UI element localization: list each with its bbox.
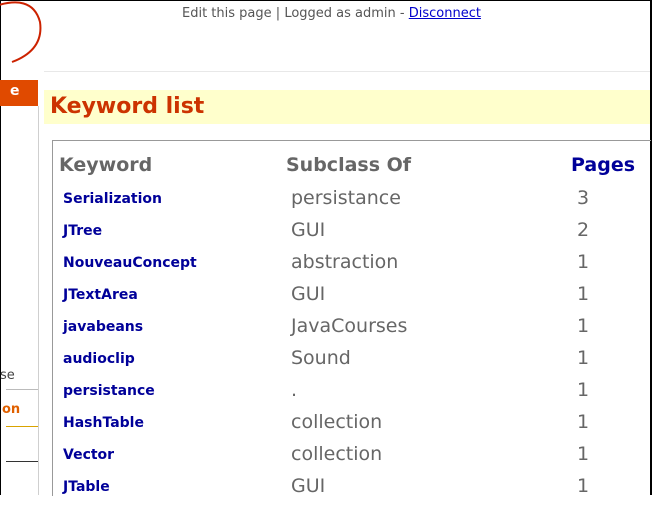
keyword-link[interactable]: NouveauConcept [63, 255, 197, 271]
column-header-subclass: Subclass Of [286, 154, 412, 176]
subclass-cell: collection [291, 443, 383, 465]
edit-page-link[interactable]: Edit this page [182, 6, 272, 21]
table-row: persistance . 1 [53, 379, 651, 411]
subclass-cell: JavaCourses [291, 315, 408, 337]
page-title: Keyword list [50, 94, 205, 119]
logged-as-text: Logged as admin - [284, 6, 405, 21]
subclass-cell: GUI [291, 475, 326, 497]
sidebar-link-underline [6, 426, 38, 427]
sidebar-partial-text: se [0, 368, 15, 383]
window-border-left [0, 0, 1, 495]
toolbar-separator: | [275, 6, 281, 21]
keyword-link[interactable]: audioclip [63, 351, 135, 367]
sidebar-tab-label: e [10, 83, 20, 99]
subclass-cell: collection [291, 411, 383, 433]
pages-cell: 1 [577, 315, 590, 337]
sidebar-rule [6, 389, 38, 390]
pages-cell: 3 [577, 187, 590, 209]
sidebar-partial-link[interactable]: on [2, 402, 20, 417]
keyword-link[interactable]: HashTable [63, 415, 144, 431]
subclass-cell: Sound [291, 347, 351, 369]
table-row: JTextArea GUI 1 [53, 283, 651, 315]
pages-cell: 1 [577, 283, 590, 305]
subclass-cell: persistance [291, 187, 401, 209]
table-row: Serialization persistance 3 [53, 187, 651, 219]
pages-cell: 1 [577, 251, 590, 273]
subclass-cell: . [291, 379, 298, 401]
table-row: Vector collection 1 [53, 443, 651, 475]
keyword-link[interactable]: persistance [63, 383, 155, 399]
disconnect-link[interactable]: Disconnect [409, 6, 481, 21]
column-header-pages[interactable]: Pages [571, 154, 635, 176]
subclass-cell: GUI [291, 219, 326, 241]
pages-cell: 1 [577, 443, 590, 465]
subclass-cell: abstraction [291, 251, 399, 273]
subclass-cell: GUI [291, 283, 326, 305]
pages-cell: 2 [577, 219, 590, 241]
keyword-link[interactable]: Vector [63, 447, 114, 463]
keyword-link[interactable]: Serialization [63, 191, 162, 207]
column-header-keyword: Keyword [59, 154, 153, 176]
keyword-link[interactable]: JTable [63, 479, 110, 495]
sidebar-active-tab[interactable]: e [0, 80, 38, 106]
table-row: HashTable collection 1 [53, 411, 651, 443]
keyword-link[interactable]: javabeans [63, 319, 143, 335]
sidebar-bottom-rule [6, 461, 38, 462]
table-row: JTable GUI 1 [53, 475, 651, 507]
window-border-top [0, 0, 652, 1]
table-row: NouveauConcept abstraction 1 [53, 251, 651, 283]
table-row: javabeans JavaCourses 1 [53, 315, 651, 347]
pages-cell: 1 [577, 379, 590, 401]
table-row: JTree GUI 2 [53, 219, 651, 251]
keyword-link[interactable]: JTree [63, 223, 102, 239]
pages-cell: 1 [577, 475, 590, 497]
pages-cell: 1 [577, 347, 590, 369]
site-logo[interactable] [0, 0, 44, 74]
sidebar-divider [38, 106, 39, 495]
pages-cell: 1 [577, 411, 590, 433]
user-toolbar: Edit this page | Logged as admin - Disco… [182, 6, 481, 21]
keyword-link[interactable]: JTextArea [63, 287, 138, 303]
table-row: audioclip Sound 1 [53, 347, 651, 379]
page-title-bar: Keyword list [44, 90, 650, 124]
header-divider [44, 71, 650, 72]
keyword-table: Keyword Subclass Of Pages Serialization … [52, 140, 651, 497]
